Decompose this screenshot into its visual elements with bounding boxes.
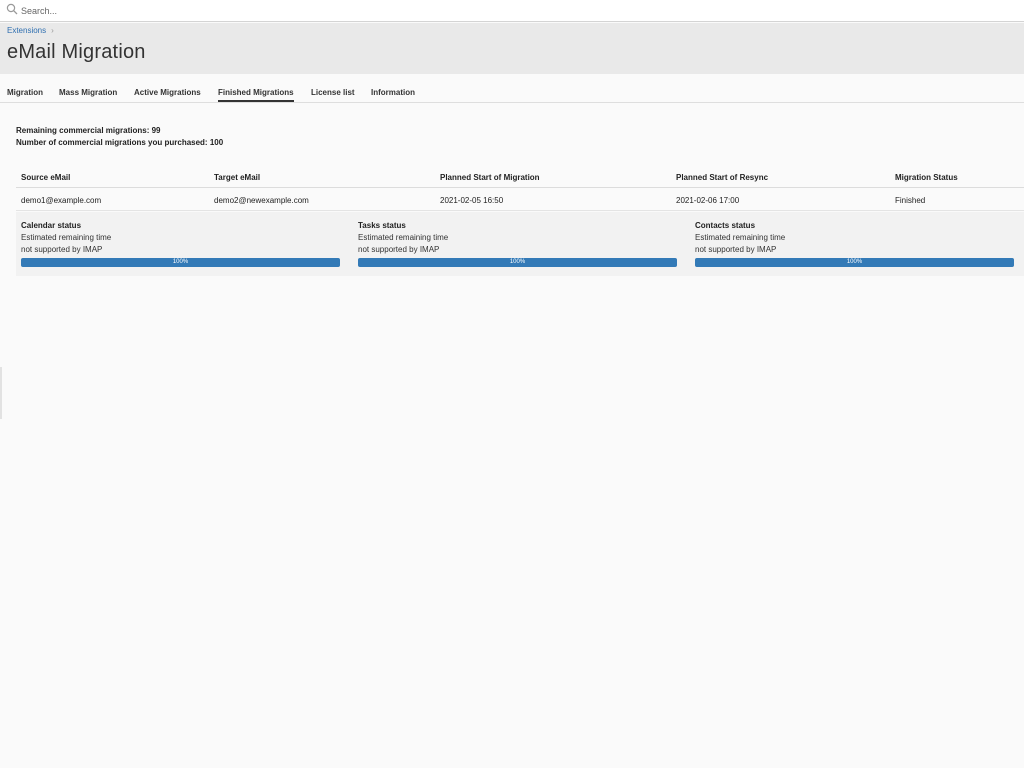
breadcrumb: Extensions › (7, 26, 54, 35)
cell-planned-resync: 2021-02-06 17:00 (676, 196, 740, 205)
column-header-source-email[interactable]: Source eMail (21, 173, 70, 182)
column-header-planned-start[interactable]: Planned Start of Migration (440, 173, 540, 182)
search-icon (6, 3, 18, 15)
status-line: Estimated remaining time (21, 233, 112, 242)
breadcrumb-link-extensions[interactable]: Extensions (7, 26, 46, 35)
tab-mass-migration[interactable]: Mass Migration (59, 88, 117, 102)
status-line: Estimated remaining time (695, 233, 786, 242)
tasks-status: Tasks status Estimated remaining time no… (358, 221, 677, 267)
side-panel-handle[interactable] (0, 367, 2, 419)
migration-details-panel: Calendar status Estimated remaining time… (16, 212, 1024, 276)
progress-bar: 100% (21, 258, 340, 267)
cell-migration-status: Finished (895, 196, 926, 205)
search-bar (0, 0, 1024, 22)
progress-bar: 100% (358, 258, 677, 267)
status-title: Calendar status (21, 221, 82, 230)
status-title: Contacts status (695, 221, 756, 230)
table-row[interactable]: demo1@example.com demo2@newexample.com 2… (16, 188, 1024, 211)
cell-target-email: demo2@newexample.com (214, 196, 309, 205)
status-line: Estimated remaining time (358, 233, 449, 242)
search-input[interactable] (21, 1, 421, 20)
calendar-status: Calendar status Estimated remaining time… (21, 221, 340, 267)
column-header-migration-status[interactable]: Migration Status (895, 173, 958, 182)
cell-planned-start: 2021-02-05 16:50 (440, 196, 504, 205)
tab-bar: Migration Mass Migration Active Migratio… (0, 74, 1024, 103)
status-line: not supported by IMAP (358, 245, 440, 254)
cell-source-email: demo1@example.com (21, 196, 102, 205)
tab-license-list[interactable]: License list (311, 88, 355, 102)
tab-active-migrations[interactable]: Active Migrations (134, 88, 201, 102)
progress-label: 100% (509, 259, 526, 265)
status-line: not supported by IMAP (695, 245, 777, 254)
page-header: Extensions › eMail Migration (0, 23, 1024, 74)
progress-bar: 100% (695, 258, 1014, 267)
column-header-target-email[interactable]: Target eMail (214, 173, 260, 182)
chevron-right-icon: › (51, 26, 54, 35)
status-title: Tasks status (358, 221, 406, 230)
finished-migrations-table: Source eMail Target eMail Planned Start … (16, 167, 1024, 211)
license-summary: Remaining commercial migrations: 99 Numb… (16, 126, 223, 150)
page-title: eMail Migration (7, 41, 146, 63)
tab-information[interactable]: Information (371, 88, 415, 102)
table-header: Source eMail Target eMail Planned Start … (16, 167, 1024, 188)
remaining-migrations-text: Remaining commercial migrations: 99 (16, 126, 161, 135)
contacts-status: Contacts status Estimated remaining time… (695, 221, 1014, 267)
progress-label: 100% (846, 259, 863, 265)
purchased-migrations-text: Number of commercial migrations you purc… (16, 138, 224, 147)
tab-finished-migrations[interactable]: Finished Migrations (218, 88, 294, 102)
tab-migration[interactable]: Migration (7, 88, 43, 102)
column-header-planned-resync[interactable]: Planned Start of Resync (676, 173, 768, 182)
status-line: not supported by IMAP (21, 245, 103, 254)
progress-label: 100% (172, 259, 189, 265)
